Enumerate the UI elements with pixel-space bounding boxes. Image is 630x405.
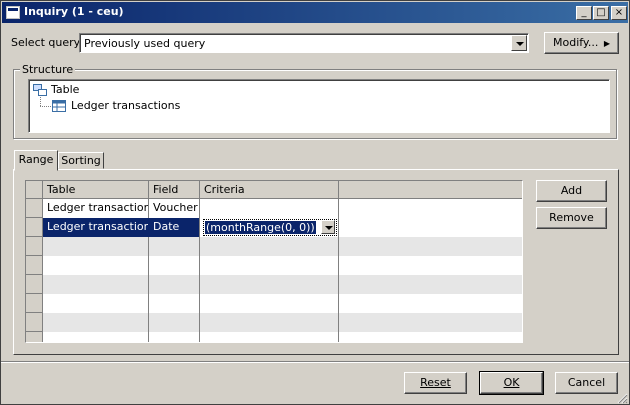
row-selector[interactable] [26, 275, 43, 294]
table-tree-icon [33, 84, 47, 96]
window-icon [6, 6, 20, 19]
cell-field[interactable]: Date [149, 218, 199, 237]
add-button[interactable]: Add [536, 180, 607, 202]
ok-button-label: OK [503, 376, 520, 389]
ok-button[interactable]: OK [479, 371, 544, 395]
tree-connector [40, 97, 41, 106]
select-query-combo[interactable]: Previously used query [79, 33, 529, 53]
column-header-blank [339, 181, 522, 199]
cell-criteria[interactable] [200, 199, 338, 218]
tree-node-ledger-transactions[interactable]: Ledger transactions [71, 99, 180, 112]
grid-table-icon [52, 100, 66, 112]
grid-corner [26, 181, 43, 199]
grid-line [199, 199, 200, 342]
chevron-down-icon [325, 226, 333, 230]
window-title: Inquiry (1 - ceu) [24, 5, 124, 18]
chevron-down-icon [516, 42, 524, 46]
reset-button-label: Reset [420, 376, 451, 389]
row-selector[interactable] [26, 294, 43, 313]
footer-separator [1, 361, 629, 363]
criteria-editor[interactable]: (monthRange(0, 0)) [203, 219, 337, 236]
criteria-editor-value: (monthRange(0, 0)) [205, 221, 316, 234]
reset-button[interactable]: Reset [404, 372, 467, 394]
empty-row [43, 313, 522, 332]
tab-range[interactable]: Range [14, 150, 58, 171]
resize-grip-icon[interactable] [616, 392, 628, 404]
column-header-criteria[interactable]: Criteria [200, 181, 339, 199]
modify-button-label: Modify... [552, 36, 599, 49]
empty-row [43, 275, 522, 294]
cell-table[interactable]: Ledger transactions [43, 199, 148, 218]
row-selector[interactable] [26, 218, 43, 237]
tree-connector [40, 106, 51, 107]
criteria-dropdown-button[interactable] [321, 220, 335, 234]
select-query-label: Select query: [11, 36, 84, 49]
cell-table[interactable]: Ledger transactions [43, 218, 148, 237]
close-button[interactable]: × [611, 6, 627, 20]
cell-field[interactable]: Voucher [149, 199, 199, 218]
range-grid[interactable]: Table Field Criteria Ledger transactions… [25, 180, 523, 343]
submenu-arrow-icon: ▶ [603, 39, 611, 48]
row-selector[interactable] [26, 199, 43, 218]
remove-button[interactable]: Remove [536, 207, 607, 229]
row-selector[interactable] [26, 237, 43, 256]
select-query-value: Previously used query [84, 37, 206, 50]
inquiry-window: Inquiry (1 - ceu) _ □ × Select query: Pr… [0, 0, 630, 405]
column-header-table[interactable]: Table [43, 181, 149, 199]
title-bar[interactable]: Inquiry (1 - ceu) _ □ × [2, 2, 628, 23]
grid-line [338, 199, 339, 342]
select-query-dropdown-button[interactable] [511, 35, 527, 51]
modify-button[interactable]: Modify... ▶ [544, 32, 619, 54]
column-header-field[interactable]: Field [149, 181, 200, 199]
maximize-button[interactable]: □ [593, 6, 609, 20]
row-selector[interactable] [26, 332, 43, 342]
row-selector[interactable] [26, 256, 43, 275]
structure-tree[interactable]: Table Ledger transactions [28, 79, 610, 133]
tab-sorting[interactable]: Sorting [58, 152, 104, 169]
tree-node-table[interactable]: Table [51, 83, 79, 96]
structure-legend: Structure [20, 63, 76, 76]
minimize-button[interactable]: _ [576, 6, 592, 20]
cancel-button[interactable]: Cancel [555, 372, 618, 394]
row-selector[interactable] [26, 313, 43, 332]
empty-row [43, 237, 522, 256]
